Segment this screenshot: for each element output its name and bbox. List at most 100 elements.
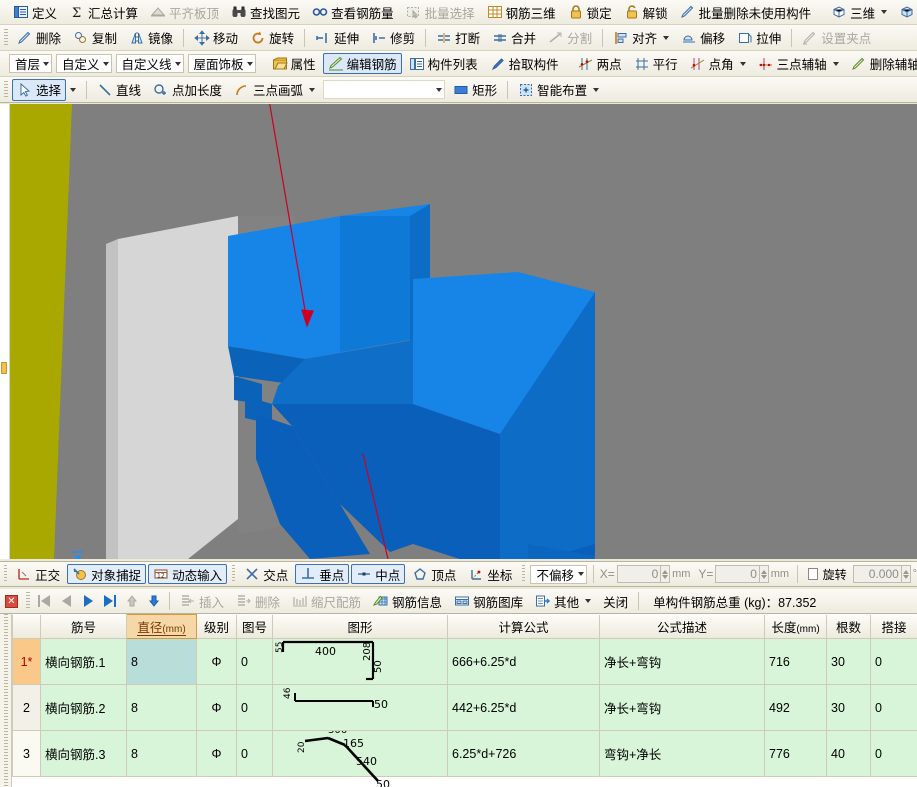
cell-gongshi[interactable]: 442+6.25*d xyxy=(447,684,600,731)
nav-first-button[interactable] xyxy=(33,591,55,611)
toolbar-button-point-plus-length[interactable]: 点加长度 xyxy=(148,79,227,100)
cell-shape[interactable]: 306 20 165 540 50 xyxy=(272,730,448,787)
toolbar-button-delete-axis[interactable]: 删除辅轴 xyxy=(846,53,917,74)
snap-coordinate[interactable]: 坐标 xyxy=(463,564,517,584)
cell-genshu[interactable]: 30 xyxy=(826,684,871,731)
chevron-down-icon[interactable] xyxy=(739,61,746,66)
toolbar-button-3d-view[interactable]: 三维 xyxy=(826,2,892,23)
toolbar-button-merge[interactable]: 合并 xyxy=(487,27,541,48)
col-header-miaoshu[interactable]: 公式描述 xyxy=(599,614,765,639)
cell-shape[interactable]: 55 400 208 50 xyxy=(272,638,448,685)
toolbar-button-rebar-3d[interactable]: 钢筋三维 xyxy=(482,2,561,23)
cell-tuhao[interactable]: 0 xyxy=(236,730,273,777)
toolbar-button-mirror[interactable]: 镜像 xyxy=(124,27,178,48)
snap-midpoint[interactable]: 中点 xyxy=(351,564,406,584)
cell-tuhao[interactable]: 0 xyxy=(236,638,273,685)
row-indicator[interactable]: 2 xyxy=(12,684,41,731)
chevron-down-icon[interactable] xyxy=(832,61,839,66)
toolbar-button-copy[interactable]: 复制 xyxy=(68,27,122,48)
x-coord-input[interactable]: 0 xyxy=(616,565,662,583)
snapbar-grip[interactable] xyxy=(522,565,526,583)
toolbar-button-find-element[interactable]: 查找图元 xyxy=(226,2,305,23)
x-coord-spinner[interactable] xyxy=(661,565,671,583)
snapbar-grip[interactable] xyxy=(4,565,8,583)
toolbar-button-top-view[interactable]: 俯视 xyxy=(894,2,917,23)
snap-mode-dynamic-input[interactable]: 12 动态输入 xyxy=(148,564,228,584)
cell-miaoshu[interactable]: 弯钩+净长 xyxy=(599,730,765,777)
left-panel-scrollbar[interactable] xyxy=(0,104,10,559)
rebar-table-panel[interactable]: 筋号 直径(mm) 级别 图号 图形 计算公式 公式描述 长度(mm) 根数 搭… xyxy=(0,614,917,787)
snap-mode-ortho[interactable]: 正交 xyxy=(11,564,65,584)
toolbar-button-offset[interactable]: 偏移 xyxy=(676,27,730,48)
3d-model-canvas[interactable] xyxy=(10,104,917,559)
toolbar-button-align[interactable]: 对齐 xyxy=(608,27,674,48)
toolbar-button-edit-rebar[interactable]: 编辑钢筋 xyxy=(322,53,402,74)
cell-gongshi[interactable]: 6.25*d+726 xyxy=(447,730,600,777)
close-icon[interactable]: ✕ xyxy=(5,594,18,608)
col-header-jibie[interactable]: 级别 xyxy=(196,614,237,639)
y-coord-input[interactable]: 0 xyxy=(715,565,760,583)
cell-genshu[interactable]: 30 xyxy=(826,638,871,685)
col-header-changdu[interactable]: 长度(mm) xyxy=(764,614,827,639)
toolbar-button-break[interactable]: 打断 xyxy=(431,27,485,48)
toolbar-button-rectangle[interactable]: 矩形 xyxy=(448,79,502,100)
floor-select[interactable]: 首层 xyxy=(9,54,53,73)
toolbar-button-pick-component[interactable]: 拾取构件 xyxy=(485,53,564,74)
cell-miaoshu[interactable]: 净长+弯钩 xyxy=(599,638,765,685)
col-header-tuxing[interactable]: 图形 xyxy=(272,614,448,639)
col-header-gongshi[interactable]: 计算公式 xyxy=(447,614,600,639)
chevron-down-icon[interactable] xyxy=(436,87,443,92)
cell-jinhao[interactable]: 横向钢筋.2 xyxy=(40,684,127,731)
rebar-table[interactable]: 筋号 直径(mm) 级别 图号 图形 计算公式 公式描述 长度(mm) 根数 搭… xyxy=(12,614,917,787)
category-select[interactable]: 自定义 xyxy=(56,54,112,73)
toolbar-button-split[interactable]: 分割 xyxy=(543,27,597,48)
toolbar-button-stretch[interactable]: 拉伸 xyxy=(732,27,786,48)
cell-tuhao[interactable]: 0 xyxy=(236,684,273,731)
snap-perpendicular[interactable]: 垂点 xyxy=(295,564,350,584)
chevron-down-icon[interactable] xyxy=(43,61,50,66)
cell-dajie[interactable]: 0 xyxy=(870,638,917,685)
col-header-rownum[interactable] xyxy=(12,614,41,639)
toolbar-button-flush-slab-top[interactable]: 平齐板顶 xyxy=(145,2,224,23)
toolbar-button-lock[interactable]: 锁定 xyxy=(563,2,617,23)
chevron-down-icon[interactable] xyxy=(577,572,584,576)
cell-shape[interactable]: 46 50 xyxy=(272,684,448,731)
toolbar-button-summary-calc[interactable]: Σ 汇总计算 xyxy=(64,2,143,23)
cell-changdu[interactable]: 492 xyxy=(764,684,827,731)
toolbar-button-parallel-axis[interactable]: 平行 xyxy=(629,53,683,74)
row-indicator[interactable]: 1* xyxy=(12,638,41,685)
chevron-down-icon[interactable] xyxy=(585,599,592,603)
snap-mode-object-snap[interactable]: 对象捕捉 xyxy=(67,564,147,584)
rebar-info-button[interactable]: 钢筋信息 xyxy=(368,591,447,612)
rebar-delete-row-button[interactable]: 删除 xyxy=(231,591,285,612)
toolbar-button-two-point-axis[interactable]: 两点 xyxy=(573,53,627,74)
rotate-input[interactable]: 0.000 xyxy=(852,565,902,583)
chevron-down-icon[interactable] xyxy=(174,61,181,66)
chevron-down-icon[interactable] xyxy=(663,35,670,40)
cell-dajie[interactable]: 0 xyxy=(870,730,917,777)
toolbar-button-trim[interactable]: 修剪 xyxy=(366,27,420,48)
cell-zhijing[interactable]: 8 xyxy=(126,684,197,731)
cell-dajie[interactable]: 0 xyxy=(870,684,917,731)
rebar-close-button[interactable]: 关闭 xyxy=(598,591,633,612)
chevron-down-icon[interactable] xyxy=(102,61,109,66)
y-coord-spinner[interactable] xyxy=(759,565,769,583)
rebar-other-button[interactable]: 其他 xyxy=(530,591,596,612)
chevron-down-icon[interactable] xyxy=(309,87,316,92)
toolbar-button-smart-layout[interactable]: 智能布置 xyxy=(513,79,604,100)
toolbar-button-line[interactable]: 直线 xyxy=(92,79,146,100)
cell-jibie[interactable]: Φ xyxy=(196,684,237,731)
toolbar-button-three-point-arc[interactable]: 三点画弧 xyxy=(229,79,320,100)
rebar-scale-layout-button[interactable]: 缩尺配筋 xyxy=(287,591,366,612)
toolbar-grip[interactable] xyxy=(4,28,8,47)
cell-gongshi[interactable]: 666+6.25*d xyxy=(447,638,600,685)
toolbar-button-view-rebar-qty[interactable]: 查看钢筋量 xyxy=(307,2,399,23)
draw-mode-select[interactable] xyxy=(323,80,446,99)
toolbar-button-move[interactable]: 移动 xyxy=(189,27,243,48)
toolbar-button-component-list[interactable]: 构件列表 xyxy=(404,53,483,74)
cell-zhijing[interactable]: 8 xyxy=(126,730,197,777)
rebar-insert-row-button[interactable]: 插入 xyxy=(175,591,229,612)
toolbar-button-rotate[interactable]: 旋转 xyxy=(245,27,299,48)
move-up-button[interactable] xyxy=(121,591,143,611)
toolbar-button-three-point-axis[interactable]: 三点辅轴 xyxy=(753,53,844,74)
